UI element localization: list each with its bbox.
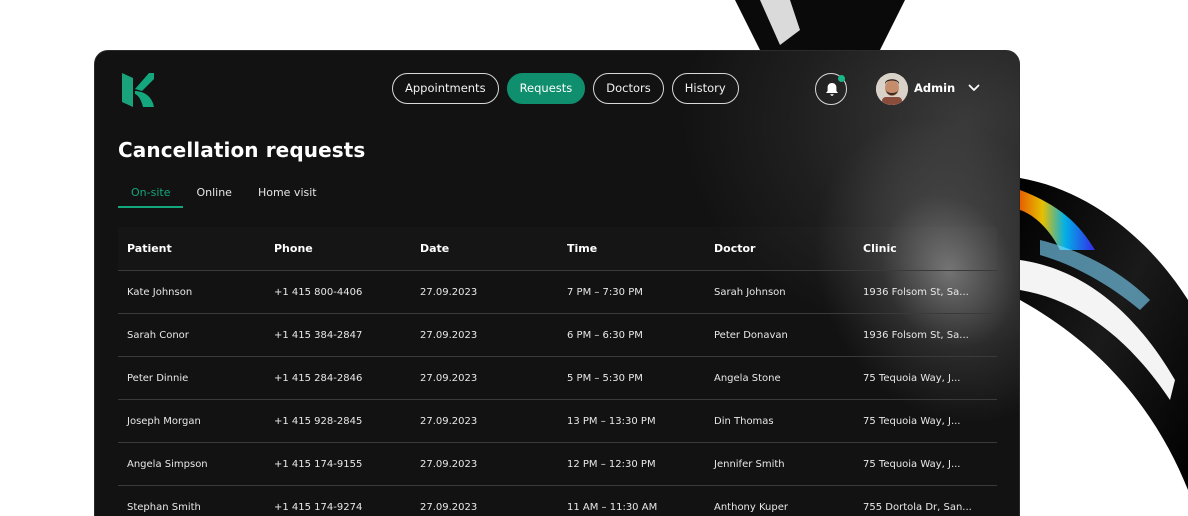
column-header-doctor[interactable]: Doctor bbox=[714, 227, 755, 270]
cell-doctor: Jennifer Smith bbox=[714, 458, 785, 470]
column-header-patient[interactable]: Patient bbox=[127, 227, 172, 270]
cell-phone: +1 415 928-2845 bbox=[274, 415, 363, 427]
cell-date: 27.09.2023 bbox=[420, 458, 478, 470]
cell-date: 27.09.2023 bbox=[420, 501, 478, 513]
cell-time: 7 PM – 7:30 PM bbox=[567, 286, 643, 298]
cell-doctor: Sarah Johnson bbox=[714, 286, 786, 298]
cell-doctor: Peter Donavan bbox=[714, 329, 788, 341]
nav-appointments[interactable]: Appointments bbox=[392, 73, 499, 104]
table-header: Patient Phone Date Time Doctor Clinic bbox=[118, 227, 997, 271]
cell-patient: Joseph Morgan bbox=[127, 415, 201, 427]
cell-patient: Kate Johnson bbox=[127, 286, 193, 298]
notifications-button[interactable] bbox=[815, 73, 847, 105]
chevron-down-icon[interactable] bbox=[968, 84, 980, 92]
unread-indicator bbox=[838, 75, 845, 82]
cell-date: 27.09.2023 bbox=[420, 372, 478, 384]
cell-phone: +1 415 174-9155 bbox=[274, 458, 363, 470]
nav-requests[interactable]: Requests bbox=[506, 73, 586, 104]
cell-phone: +1 415 384-2847 bbox=[274, 329, 363, 341]
table-row[interactable]: Sarah Conor +1 415 384-2847 27.09.2023 6… bbox=[118, 314, 997, 357]
table-row[interactable]: Angela Simpson +1 415 174-9155 27.09.202… bbox=[118, 443, 997, 486]
cell-date: 27.09.2023 bbox=[420, 415, 478, 427]
cell-doctor: Anthony Kuper bbox=[714, 501, 788, 513]
cell-date: 27.09.2023 bbox=[420, 329, 478, 341]
cell-doctor: Din Thomas bbox=[714, 415, 774, 427]
cell-patient: Angela Simpson bbox=[127, 458, 208, 470]
cell-time: 13 PM – 13:30 PM bbox=[567, 415, 656, 427]
cell-phone: +1 415 800-4406 bbox=[274, 286, 363, 298]
avatar-image bbox=[876, 73, 908, 105]
cell-clinic: 75 Tequoia Way, J... bbox=[863, 372, 961, 384]
cell-phone: +1 415 174-9274 bbox=[274, 501, 363, 513]
requests-table: Patient Phone Date Time Doctor Clinic Ka… bbox=[118, 227, 997, 516]
cell-time: 11 AM – 11:30 AM bbox=[567, 501, 658, 513]
tab-on-site[interactable]: On-site bbox=[118, 186, 184, 208]
cell-clinic: 1936 Folsom St, Sa... bbox=[863, 329, 969, 341]
cell-time: 5 PM – 5:30 PM bbox=[567, 372, 643, 384]
cell-time: 6 PM – 6:30 PM bbox=[567, 329, 643, 341]
table-row[interactable]: Peter Dinnie +1 415 284-2846 27.09.2023 … bbox=[118, 357, 997, 400]
page-title: Cancellation requests bbox=[118, 138, 366, 162]
cell-time: 12 PM – 12:30 PM bbox=[567, 458, 656, 470]
location-tabs: On-site Online Home visit bbox=[118, 186, 330, 208]
table-row[interactable]: Joseph Morgan +1 415 928-2845 27.09.2023… bbox=[118, 400, 997, 443]
cell-clinic: 75 Tequoia Way, J... bbox=[863, 458, 961, 470]
user-name[interactable]: Admin bbox=[914, 81, 955, 95]
cell-patient: Stephan Smith bbox=[127, 501, 201, 513]
cell-phone: +1 415 284-2846 bbox=[274, 372, 363, 384]
cell-date: 27.09.2023 bbox=[420, 286, 478, 298]
cell-patient: Sarah Conor bbox=[127, 329, 189, 341]
column-header-clinic[interactable]: Clinic bbox=[863, 227, 897, 270]
app-window: Appointments Requests Doctors History Ad… bbox=[94, 50, 1020, 516]
tab-home-visit[interactable]: Home visit bbox=[245, 186, 330, 208]
cell-clinic: 755 Dortola Dr, San... bbox=[863, 501, 972, 513]
table-row[interactable]: Kate Johnson +1 415 800-4406 27.09.2023 … bbox=[118, 271, 997, 314]
brand-logo bbox=[122, 73, 154, 107]
cell-clinic: 75 Tequoia Way, J... bbox=[863, 415, 961, 427]
column-header-phone[interactable]: Phone bbox=[274, 227, 313, 270]
nav-doctors[interactable]: Doctors bbox=[593, 73, 664, 104]
user-avatar[interactable] bbox=[876, 73, 908, 105]
cell-patient: Peter Dinnie bbox=[127, 372, 189, 384]
column-header-date[interactable]: Date bbox=[420, 227, 449, 270]
main-nav: Appointments Requests Doctors History bbox=[392, 73, 739, 104]
bell-icon bbox=[826, 83, 838, 96]
cell-doctor: Angela Stone bbox=[714, 372, 781, 384]
cell-clinic: 1936 Folsom St, Sa... bbox=[863, 286, 969, 298]
tab-online[interactable]: Online bbox=[183, 186, 244, 208]
nav-history[interactable]: History bbox=[671, 73, 739, 104]
column-header-time[interactable]: Time bbox=[567, 227, 597, 270]
table-row[interactable]: Stephan Smith +1 415 174-9274 27.09.2023… bbox=[118, 486, 997, 516]
